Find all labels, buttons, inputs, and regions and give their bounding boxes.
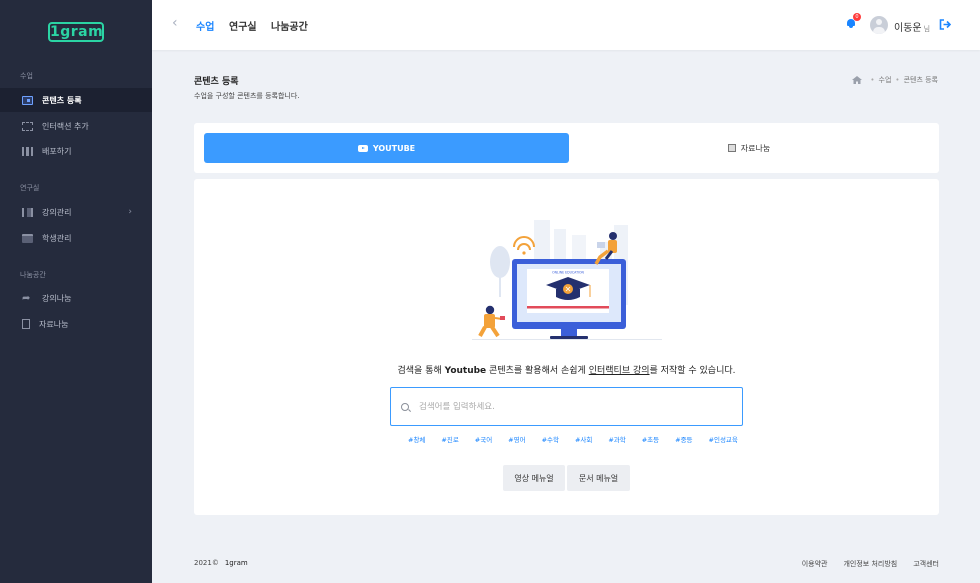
footer-link-privacy[interactable]: 개인정보 처리방침 (843, 559, 897, 569)
document-manual-button[interactable]: 문서 메뉴얼 (567, 465, 630, 491)
topnav-share-space[interactable]: 나눔공간 (271, 18, 308, 33)
footer-links: 이용약관 개인정보 처리방침 고객센터 (802, 559, 939, 569)
breadcrumb-item[interactable]: 수업 (879, 75, 892, 85)
online-education-illustration: ONLINE EDUCATION (472, 220, 662, 340)
tab-material-label: 자료나눔 (740, 143, 771, 153)
sidebar-item-course-share[interactable]: ➦ 강의나눔 (0, 286, 152, 310)
sidebar-section-share: 나눔공간 (20, 271, 46, 279)
tag-link[interactable]: #과학 (608, 434, 625, 444)
topnav-class[interactable]: 수업 (196, 18, 214, 33)
sidebar-item-label: 인터랙션 추가 (42, 121, 89, 131)
document-icon (727, 144, 736, 152)
sidebar-item-label: 배포하기 (42, 146, 72, 156)
search-box[interactable] (390, 387, 743, 426)
video-manual-button[interactable]: 영상 메뉴얼 (503, 465, 565, 491)
interaction-icon (22, 121, 33, 131)
document-icon (22, 319, 30, 329)
user-honorific: 님 (923, 25, 931, 33)
app-logo[interactable]: 1gram (48, 22, 104, 42)
sidebar-item-interaction[interactable]: 인터랙션 추가 (0, 114, 152, 138)
tab-material-share[interactable]: 자료나눔 (569, 133, 929, 163)
sidebar-item-course-manage[interactable]: 강의관리 › (0, 200, 152, 224)
tag-link[interactable]: #영어 (508, 434, 525, 444)
sidebar-section-class: 수업 (20, 72, 33, 80)
distribute-icon (22, 146, 33, 156)
breadcrumb: • 수업 • 콘텐츠 등록 (852, 75, 938, 85)
avatar[interactable] (870, 16, 888, 34)
folder-icon (22, 233, 33, 243)
sidebar-item-label: 콘텐츠 등록 (42, 95, 82, 105)
breadcrumb-item: 콘텐츠 등록 (903, 76, 938, 84)
tab-youtube[interactable]: YOUTUBE (204, 133, 569, 163)
chevron-left-icon[interactable]: ‹ (172, 15, 178, 31)
sidebar-section-lab: 연구실 (20, 184, 40, 192)
sidebar: 1gram 수업 콘텐츠 등록 인터랙션 추가 배포하기 연구실 강의관리 › … (0, 0, 152, 583)
footer-brand: 1gram (224, 559, 248, 567)
tag-link[interactable]: #국어 (475, 434, 492, 444)
video-icon (22, 95, 33, 105)
page-subtitle: 수업을 구성할 콘텐츠를 등록합니다. (194, 92, 300, 100)
footer-copyright: 2021© 1gram (194, 559, 248, 567)
tag-list: #창체 #진로 #국어 #영어 #수학 #사회 #과학 #초등 #중등 #인성교… (408, 434, 738, 444)
user-name[interactable]: 이동운 님 (894, 19, 930, 34)
tag-link[interactable]: #수학 (542, 434, 559, 444)
topbar: ‹ 수업 연구실 나눔공간 0 이동운 님 (152, 0, 980, 50)
sidebar-item-material-share[interactable]: 자료나눔 (0, 312, 152, 336)
share-icon: ➦ (22, 292, 31, 304)
sidebar-item-label: 강의관리 (42, 207, 72, 217)
sidebar-item-student-manage[interactable]: 학생관리 (0, 226, 152, 250)
footer-link-terms[interactable]: 이용약관 (802, 559, 828, 569)
tag-link[interactable]: #진로 (441, 434, 458, 444)
tag-link[interactable]: #인성교육 (709, 434, 738, 444)
sidebar-item-distribute[interactable]: 배포하기 (0, 139, 152, 163)
sidebar-item-label: 강의나눔 (42, 293, 72, 303)
interactive-course-link[interactable]: 인터랙티브 강의 (589, 366, 650, 376)
tag-link[interactable]: #초등 (642, 434, 659, 444)
logout-icon[interactable] (939, 19, 951, 30)
description-text: 검색을 통해 Youtube 콘텐츠를 활용해서 손쉽게 인터랙티브 강의를 저… (397, 366, 736, 376)
course-icon (22, 207, 33, 217)
chevron-right-icon: › (128, 207, 132, 217)
footer-link-support[interactable]: 고객센터 (913, 559, 939, 569)
screen-caption: ONLINE EDUCATION (552, 271, 584, 275)
source-tab-card: YOUTUBE 자료나눔 (194, 123, 939, 173)
tag-link[interactable]: #중등 (675, 434, 692, 444)
page-title: 콘텐츠 등록 (194, 77, 239, 87)
main-card: ONLINE EDUCATION 검색을 통해 Youtube 콘텐츠를 활용해… (194, 179, 939, 515)
tag-link[interactable]: #사회 (575, 434, 592, 444)
sidebar-item-label: 학생관리 (42, 233, 72, 243)
tag-link[interactable]: #창체 (408, 434, 425, 444)
bell-icon[interactable]: 0 (846, 13, 861, 28)
sidebar-item-label: 자료나눔 (39, 319, 69, 329)
topnav-lab[interactable]: 연구실 (229, 18, 257, 33)
sidebar-item-content-register[interactable]: 콘텐츠 등록 (0, 88, 152, 112)
notification-badge: 0 (853, 13, 861, 21)
home-icon[interactable] (852, 76, 863, 84)
tab-youtube-label: YOUTUBE (372, 143, 416, 153)
search-icon (401, 402, 409, 411)
youtube-icon (357, 144, 368, 152)
search-input[interactable] (419, 401, 719, 412)
